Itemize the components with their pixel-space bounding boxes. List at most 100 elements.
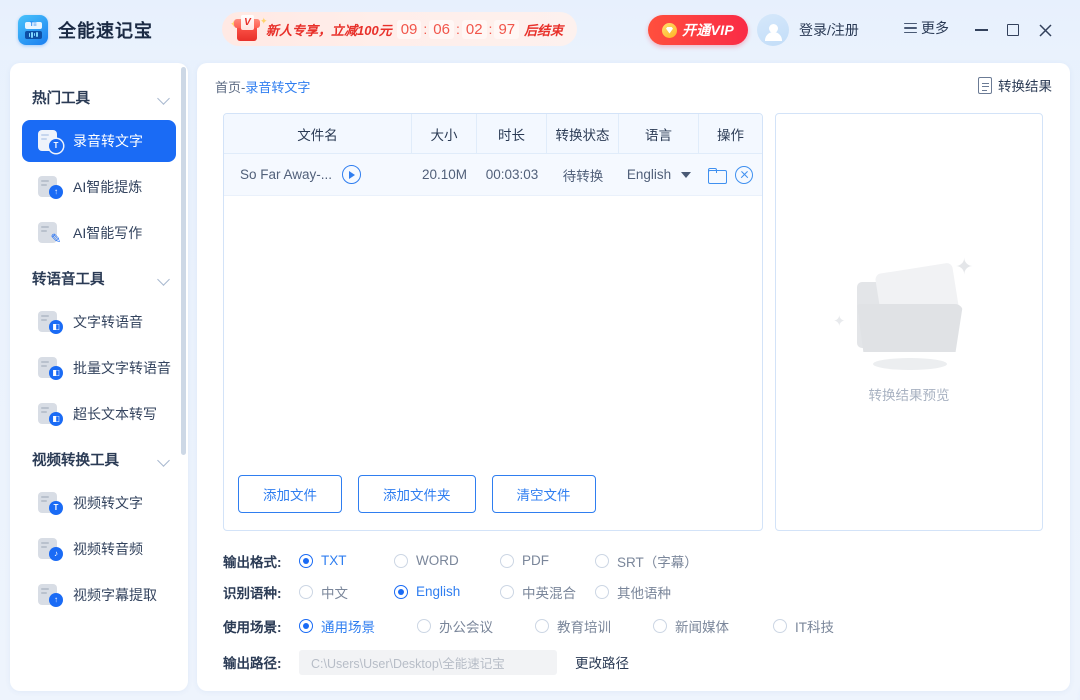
close-icon[interactable] xyxy=(1032,17,1058,43)
sidebar-item-badge: ◧ xyxy=(49,366,63,380)
sidebar-item-badge: T xyxy=(49,139,63,153)
table-row[interactable]: So Far Away-... 20.10M 00:03:03 待转换 Engl… xyxy=(224,154,762,196)
radio-language-english[interactable]: English xyxy=(394,584,500,599)
radio-scene-it[interactable]: IT科技 xyxy=(773,616,834,636)
file-action-buttons: 添加文件 添加文件夹 清空文件 xyxy=(224,458,762,530)
sidebar-item-badge: T xyxy=(49,501,63,515)
radio-label: SRT（字幕） xyxy=(617,554,698,570)
table-header-filename: 文件名 xyxy=(224,114,412,153)
folder-icon[interactable] xyxy=(708,167,727,184)
open-vip-button[interactable]: 开通VIP xyxy=(648,15,749,45)
sidebar-item-batch-text-to-speech[interactable]: ◧ 批量文字转语音 xyxy=(22,347,176,389)
cell-language: English xyxy=(619,154,699,195)
radio-scene-news[interactable]: 新闻媒体 xyxy=(653,616,773,636)
chevron-down-icon xyxy=(158,275,170,282)
radio-scene-general[interactable]: 通用场景 xyxy=(299,616,417,636)
breadcrumb-current[interactable]: 录音转文字 xyxy=(245,80,310,95)
output-path-label: 输出路径: xyxy=(223,656,282,671)
result-preview-panel: ✦ ✦ 转换结果预览 xyxy=(775,113,1043,531)
sidebar-item-text-to-speech[interactable]: ◧ 文字转语音 xyxy=(22,301,176,343)
sidebar-item-badge: ↑ xyxy=(49,185,63,199)
app-logo-area: T≡ 全能速记宝 xyxy=(18,15,153,45)
countdown-hours: 09 xyxy=(396,19,422,39)
sidebar-item-badge: ♪ xyxy=(49,547,63,561)
table-header-duration: 时长 xyxy=(477,114,547,153)
radio-scene-education[interactable]: 教育培训 xyxy=(535,616,653,636)
radio-dot-icon xyxy=(417,618,431,633)
audio-to-text-icon: T xyxy=(38,129,63,153)
caret-down-icon xyxy=(681,171,692,178)
promo-banner[interactable]: ✦ ✦ V 新人专享，立减100元 09 : 06 : 02 : 97 后结束 xyxy=(222,12,578,46)
breadcrumb-home[interactable]: 首页 xyxy=(215,80,241,95)
table-header-size: 大小 xyxy=(412,114,477,153)
sidebar-item-audio-to-text[interactable]: T 录音转文字 xyxy=(22,120,176,162)
chevron-down-icon xyxy=(158,456,170,463)
more-menu-button[interactable]: 更多 xyxy=(904,18,949,38)
radio-label: 其他语种 xyxy=(617,585,671,601)
radio-scene-office[interactable]: 办公会议 xyxy=(417,616,535,636)
play-icon[interactable] xyxy=(342,165,362,184)
radio-label: 中英混合 xyxy=(522,585,576,601)
sidebar-item-badge: ↑ xyxy=(49,593,63,607)
radio-dot-icon xyxy=(653,618,667,633)
language-select[interactable]: English xyxy=(626,167,692,182)
sidebar-item-label: AI智能提炼 xyxy=(73,179,143,195)
sidebar-item-video-subtitle-extract[interactable]: ↑ 视频字幕提取 xyxy=(22,574,176,616)
remove-circle-icon[interactable] xyxy=(735,165,753,184)
radio-format-txt[interactable]: TXT xyxy=(299,553,394,568)
long-text-transcribe-icon: ◧ xyxy=(38,402,63,426)
sidebar-item-video-to-audio[interactable]: ♪ 视频转音频 xyxy=(22,528,176,570)
promo-countdown: 09 : 06 : 02 : 97 xyxy=(396,19,520,39)
radio-format-word[interactable]: WORD xyxy=(394,553,500,568)
language-row: 识别语种: 中文 English 中英混合 其他语种 xyxy=(223,576,1043,607)
main-content: 首页-录音转文字 转换结果 文件名 大小 时长 转换状态 语言 操作 So Fa… xyxy=(197,63,1070,691)
avatar-icon xyxy=(757,14,789,46)
cell-actions xyxy=(699,154,762,195)
countdown-sep-2: : xyxy=(455,21,460,37)
change-path-button[interactable]: 更改路径 xyxy=(575,652,629,672)
add-file-button[interactable]: 添加文件 xyxy=(238,475,342,513)
output-format-label: 输出格式: xyxy=(223,554,282,570)
sidebar-item-video-to-text[interactable]: T 视频转文字 xyxy=(22,482,176,524)
login-register-button[interactable]: 登录/注册 xyxy=(757,14,859,46)
clear-files-button[interactable]: 清空文件 xyxy=(491,475,596,513)
radio-dot-icon xyxy=(299,618,313,633)
file-table-panel: 文件名 大小 时长 转换状态 语言 操作 So Far Away-... 20.… xyxy=(223,113,763,531)
language-label: 识别语种: xyxy=(223,585,282,601)
sidebar-group-label: 热门工具 xyxy=(32,91,90,107)
conversion-result-label: 转换结果 xyxy=(998,79,1052,94)
language-value: English xyxy=(626,167,672,182)
cell-duration: 00:03:03 xyxy=(485,167,539,182)
sidebar-item-ai-extract[interactable]: ↑ AI智能提炼 xyxy=(22,166,176,208)
promo-text: 新人专享，立减100元 xyxy=(266,22,392,38)
sidebar-item-label: 视频字幕提取 xyxy=(73,587,157,603)
table-header-language: 语言 xyxy=(619,114,699,153)
sidebar-group-video-tools[interactable]: 视频转换工具 xyxy=(10,439,188,478)
radio-label: 办公会议 xyxy=(439,619,493,635)
sidebar-group-tts-tools[interactable]: 转语音工具 xyxy=(10,258,188,297)
minimize-icon[interactable] xyxy=(968,17,994,43)
radio-language-other[interactable]: 其他语种 xyxy=(595,582,671,602)
document-icon xyxy=(978,76,992,94)
radio-dot-icon xyxy=(535,618,549,633)
application-window: T≡ 全能速记宝 ✦ ✦ V 新人专享，立减100元 09 : 06 : 02 … xyxy=(0,0,1080,700)
sidebar-scrollbar[interactable] xyxy=(181,67,186,455)
radio-language-mixed[interactable]: 中英混合 xyxy=(500,582,595,602)
radio-format-pdf[interactable]: PDF xyxy=(500,553,595,568)
radio-label: 教育培训 xyxy=(557,619,611,635)
radio-label: 中文 xyxy=(321,585,348,601)
radio-language-chinese[interactable]: 中文 xyxy=(299,582,394,602)
add-folder-button[interactable]: 添加文件夹 xyxy=(358,475,476,513)
sidebar-group-hot-tools[interactable]: 热门工具 xyxy=(10,77,188,116)
cell-filename: So Far Away-... xyxy=(224,154,412,195)
sidebar-item-long-text-transcribe[interactable]: ◧ 超长文本转写 xyxy=(22,393,176,435)
countdown-millis: 97 xyxy=(494,19,520,39)
sidebar-item-ai-write[interactable]: ✎ AI智能写作 xyxy=(22,212,176,254)
hamburger-icon xyxy=(904,22,917,34)
output-path-input[interactable]: C:\Users\User\Desktop\全能速记宝 xyxy=(299,649,557,675)
radio-format-srt[interactable]: SRT（字幕） xyxy=(595,551,698,571)
maximize-icon[interactable] xyxy=(1000,17,1026,43)
sidebar-item-badge: ✎ xyxy=(50,230,62,246)
options-area: 输出格式: TXT WORD PDF SRT（字幕） 识别语种: 中文 Engl… xyxy=(223,545,1043,680)
conversion-result-tab[interactable]: 转换结果 xyxy=(978,75,1052,95)
